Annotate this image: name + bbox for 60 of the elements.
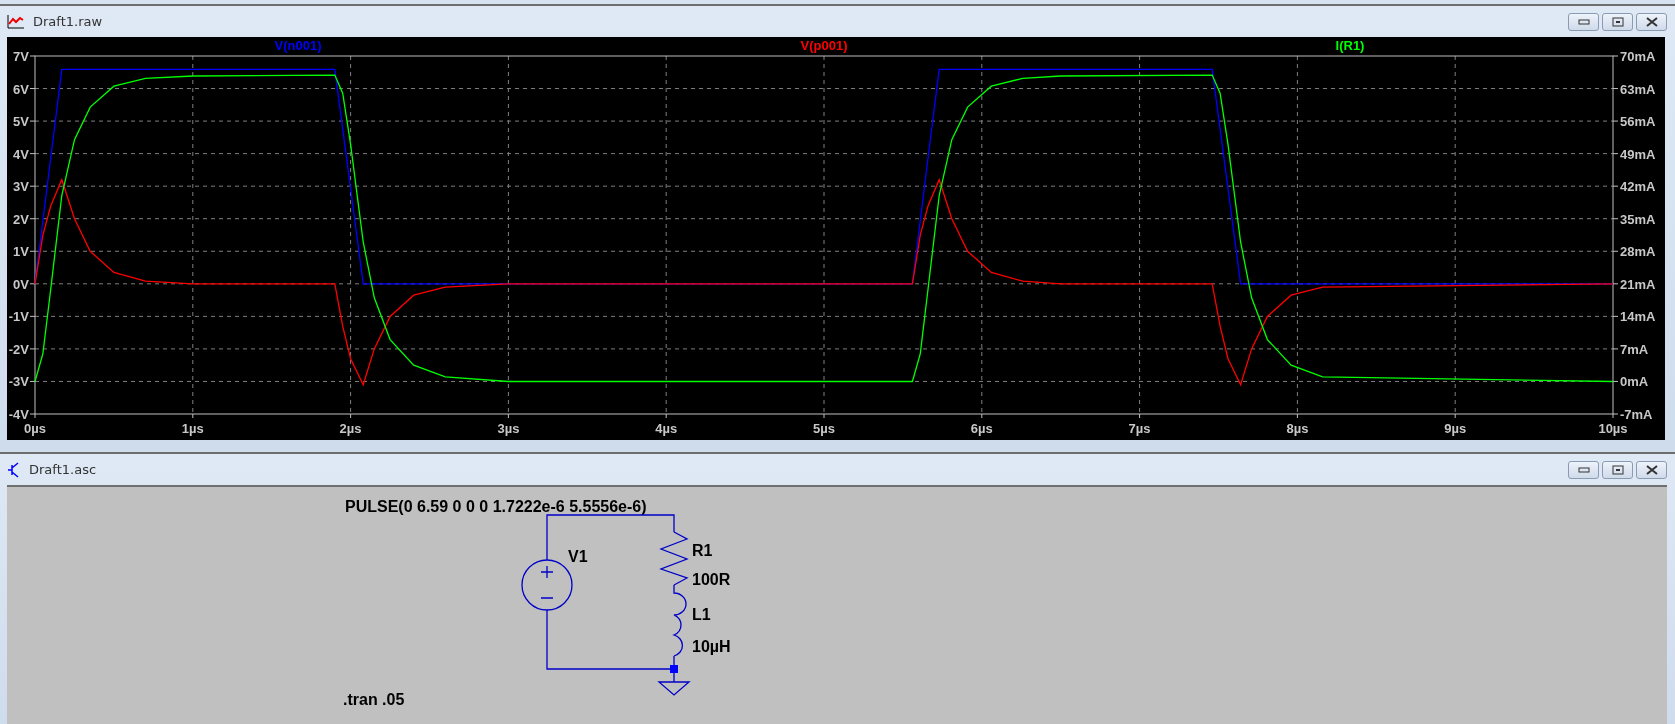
minimize-icon <box>1577 18 1590 25</box>
component-label: R1 <box>692 542 713 559</box>
axis-label: -2V <box>8 341 29 357</box>
axis-label: 5µs <box>813 421 835 436</box>
restore-icon <box>1611 16 1624 27</box>
axis-label: 0V <box>13 276 29 292</box>
axis-label: 2µs <box>339 421 362 436</box>
trace-label[interactable]: V(p001) <box>800 38 848 53</box>
close-icon <box>1645 464 1658 475</box>
axis-label: 7mA <box>1620 341 1649 357</box>
window-title: Draft1.asc <box>29 462 97 477</box>
chart-icon <box>7 13 25 30</box>
axis-label: 1µs <box>181 421 204 436</box>
axis-label: -3V <box>8 374 29 390</box>
axis-label: 70mA <box>1620 49 1656 64</box>
maximize-button[interactable] <box>1602 460 1633 479</box>
axis-label: -4V <box>8 407 29 422</box>
component-label: V1 <box>568 548 588 565</box>
window-title: Draft1.raw <box>33 14 103 29</box>
axis-label: 21mA <box>1620 276 1656 292</box>
axis-label: 3V <box>13 179 29 195</box>
axis-label: 5V <box>13 114 29 130</box>
axis-label: 0mA <box>1620 374 1649 390</box>
minimize-button[interactable] <box>1568 460 1599 479</box>
directive-text: .tran .05 <box>343 691 405 708</box>
axis-label: 42mA <box>1620 179 1656 195</box>
close-button[interactable] <box>1636 12 1667 31</box>
source-spec-text: PULSE(0 6.59 0 0 0 1.7222e-6 5.5556e-6) <box>345 498 647 515</box>
axis-label: -1V <box>8 309 29 325</box>
restore-icon <box>1611 464 1624 475</box>
axis-label: 4V <box>13 146 29 162</box>
axis-label: 49mA <box>1620 146 1656 162</box>
axis-label: 6µs <box>970 421 993 436</box>
axis-label: 28mA <box>1620 244 1656 260</box>
axis-label: 8µs <box>1286 421 1309 436</box>
minimize-button[interactable] <box>1568 12 1599 31</box>
axis-label: 2V <box>13 211 29 227</box>
axis-label: 14mA <box>1620 309 1656 325</box>
component-value: 10µH <box>692 638 731 655</box>
component-value: 100R <box>692 571 731 588</box>
axis-label: 4µs <box>655 421 678 436</box>
axis-label: 9µs <box>1444 421 1467 436</box>
axis-label: 63mA <box>1620 81 1656 97</box>
component-label: L1 <box>692 606 711 623</box>
axis-label: 7µs <box>1128 421 1151 436</box>
axis-label: 7V <box>13 49 29 64</box>
axis-label: 10µs <box>1598 421 1628 436</box>
close-button[interactable] <box>1636 460 1667 479</box>
axis-label: -7mA <box>1620 407 1653 422</box>
minimize-icon <box>1577 466 1590 473</box>
close-icon <box>1645 16 1658 27</box>
maximize-button[interactable] <box>1602 12 1633 31</box>
axis-label: 0µs <box>24 421 46 436</box>
trace-label[interactable]: I(R1) <box>1335 38 1365 53</box>
axis-label: 35mA <box>1620 211 1656 227</box>
transistor-icon <box>7 461 21 478</box>
axis-label: 1V <box>13 244 29 260</box>
axis-label: 3µs <box>497 421 520 436</box>
axis-label: 6V <box>13 81 29 97</box>
axis-label: 56mA <box>1620 114 1656 130</box>
